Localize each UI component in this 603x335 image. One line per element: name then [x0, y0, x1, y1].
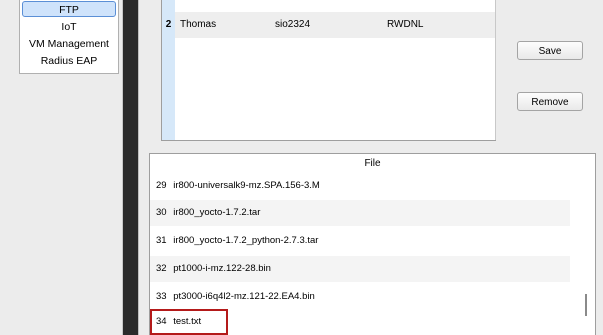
service-list: FTP IoT VM Management Radius EAP	[19, 0, 119, 74]
file-name: ir800_yocto-1.7.2.tar	[173, 207, 261, 218]
file-index: 34	[156, 316, 167, 327]
file-index: 30	[156, 207, 167, 218]
file-name: ir800_yocto-1.7.2_python-2.7.3.tar	[173, 235, 319, 246]
table-edge	[495, 0, 496, 140]
service-item-vm-management[interactable]: VM Management	[22, 35, 116, 51]
scrollbar-thumb[interactable]	[585, 294, 587, 316]
service-panel: FTP IoT VM Management Radius EAP	[0, 0, 123, 335]
file-column-header: File	[364, 158, 381, 169]
file-index: 32	[156, 263, 167, 274]
file-name: test.txt	[173, 316, 202, 327]
row-index: 2	[162, 12, 175, 38]
file-row-selected[interactable]: 34 test.txt	[150, 309, 228, 335]
file-row[interactable]: 33 pt3000-i6q4l2-mz.121-22.EA4.bin	[150, 284, 570, 310]
ftp-config-panel: 2 Thomas sio2324 RWDNL Save Remove File …	[138, 0, 603, 335]
file-row[interactable]: 32 pt1000-i-mz.122-28.bin	[150, 256, 570, 282]
permission-cell: RWDNL	[387, 19, 424, 30]
file-name: pt1000-i-mz.122-28.bin	[173, 263, 271, 274]
username-cell: Thomas	[180, 19, 217, 30]
file-name: pt3000-i6q4l2-mz.121-22.EA4.bin	[173, 291, 315, 302]
service-item-ftp[interactable]: FTP	[22, 1, 116, 17]
file-list-scrollbar[interactable]	[579, 174, 593, 335]
file-row[interactable]: 29 ir800-universalk9-mz.SPA.156-3.M	[150, 173, 570, 199]
save-button[interactable]: Save	[517, 41, 583, 60]
file-name: ir800-universalk9-mz.SPA.156-3.M	[173, 180, 320, 191]
file-row[interactable]: 31 ir800_yocto-1.7.2_python-2.7.3.tar	[150, 228, 570, 254]
file-row[interactable]: 30 ir800_yocto-1.7.2.tar	[150, 200, 570, 226]
file-index: 33	[156, 291, 167, 302]
remove-button[interactable]: Remove	[517, 92, 583, 111]
service-item-iot[interactable]: IoT	[22, 18, 116, 34]
file-index: 31	[156, 235, 167, 246]
file-list[interactable]: File 29 ir800-universalk9-mz.SPA.156-3.M…	[149, 153, 596, 335]
password-cell: sio2324	[275, 19, 311, 30]
service-item-radius-eap[interactable]: Radius EAP	[22, 52, 116, 68]
file-index: 29	[156, 180, 167, 191]
table-row[interactable]: 2 Thomas sio2324 RWDNL	[162, 12, 495, 38]
ftp-server-window: FTP IoT VM Management Radius EAP 2 Thoma…	[0, 0, 603, 335]
user-table[interactable]: 2 Thomas sio2324 RWDNL	[161, 0, 496, 141]
